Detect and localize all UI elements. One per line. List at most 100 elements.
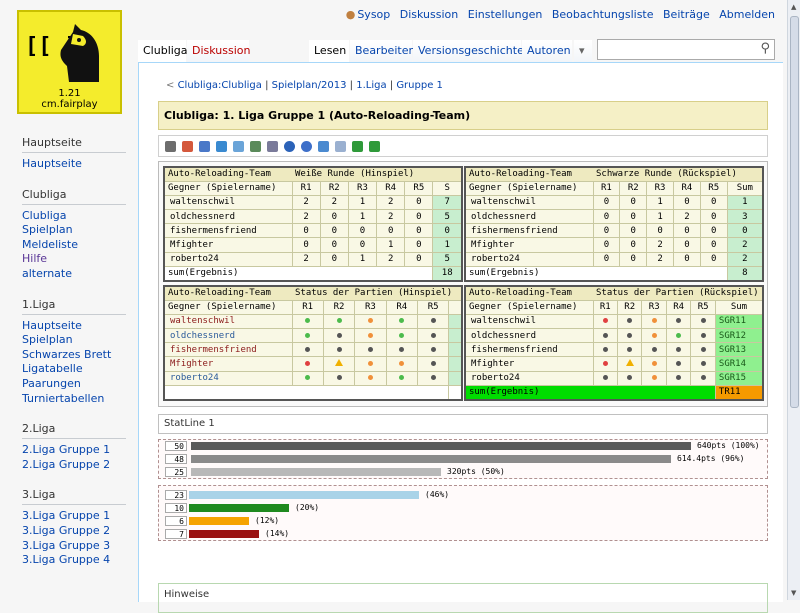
tab-clubliga[interactable]: Clubliga <box>138 40 188 62</box>
player-name[interactable]: Mfighter <box>464 356 594 372</box>
sidebar-item[interactable]: 2.Liga Gruppe 2 <box>22 458 138 473</box>
document-icon[interactable] <box>335 140 346 152</box>
round-score: 1 <box>376 237 406 253</box>
status-cell <box>385 328 418 344</box>
personal-link[interactable]: Einstellungen <box>468 8 543 21</box>
breadcrumb-link[interactable]: 1.Liga <box>356 80 386 91</box>
stat-count: 7 <box>165 529 187 539</box>
tab-diskussion[interactable]: Diskussion <box>187 40 250 62</box>
player-name[interactable]: oldchessnerd <box>163 209 293 225</box>
sidebar-item[interactable]: Turniertabellen <box>22 392 138 407</box>
player-name[interactable]: oldchessnerd <box>464 328 594 344</box>
player-name[interactable]: Mfighter <box>163 237 293 253</box>
scrollbar-thumb[interactable] <box>790 16 799 408</box>
tab-lesen[interactable]: Lesen <box>309 40 349 62</box>
sidebar-item[interactable]: 3.Liga Gruppe 3 <box>22 539 138 554</box>
sidebar-item[interactable]: Spielplan <box>22 333 138 348</box>
status-cell <box>616 370 643 386</box>
sidebar-item[interactable]: Schwarzes Brett <box>22 348 138 363</box>
sidebar-item[interactable]: 3.Liga Gruppe 4 <box>22 553 138 568</box>
scroll-down-icon[interactable]: ▼ <box>791 589 796 597</box>
sidebar-item[interactable]: Paarungen <box>22 377 138 392</box>
sidebar-item[interactable]: Spielplan <box>22 223 138 238</box>
sum-row <box>163 384 463 401</box>
status-dot-icon <box>627 332 633 338</box>
search-input[interactable] <box>599 41 749 59</box>
round-score: 0 <box>592 194 621 211</box>
personal-link[interactable]: Beobachtungsliste <box>552 8 654 21</box>
status-dot-icon <box>305 332 311 338</box>
chart-icon[interactable] <box>216 140 227 152</box>
personal-link[interactable]: Beiträge <box>663 8 710 21</box>
sidebar-item[interactable]: alternate <box>22 267 138 282</box>
sidebar-list: 2.Liga Gruppe 1 2.Liga Gruppe 2 <box>22 443 138 472</box>
wrench-icon[interactable] <box>165 140 176 152</box>
sidebar-item[interactable]: 3.Liga Gruppe 1 <box>22 509 138 524</box>
player-name[interactable]: oldchessnerd <box>464 209 594 225</box>
tab-bearbeiten[interactable]: Bearbeiten <box>350 40 415 62</box>
stat-row: 7 (14%) <box>159 529 767 541</box>
stats-icon[interactable] <box>318 140 329 152</box>
sidebar-item[interactable]: Ligatabelle <box>22 362 138 377</box>
sidebar-item[interactable]: Clubliga <box>22 209 138 224</box>
logo-site: cm.fairplay <box>41 99 98 110</box>
breadcrumb-arrow: < <box>166 80 175 91</box>
user-link[interactable]: Sysop <box>357 8 390 21</box>
player-name[interactable]: roberto24 <box>464 251 594 267</box>
sidebar-item[interactable]: 2.Liga Gruppe 1 <box>22 443 138 458</box>
sidebar-item[interactable]: Hauptseite <box>22 319 138 334</box>
help-icon[interactable] <box>301 140 312 152</box>
status-cell <box>690 370 716 386</box>
site-logo[interactable]: [[ ]] 1.21 cm.fairplay <box>17 10 122 114</box>
sidebar-item[interactable]: Hilfe <box>22 252 138 267</box>
tab-autoren[interactable]: Autoren <box>522 40 572 62</box>
breadcrumb-link[interactable]: Spielplan/2013 <box>272 80 347 91</box>
breadcrumb-link[interactable]: Clubliga:Clubliga <box>178 80 262 91</box>
status-cell <box>592 370 618 386</box>
export-icon[interactable] <box>250 140 261 152</box>
player-name[interactable]: roberto24 <box>464 370 594 386</box>
bar-chart-icon[interactable] <box>199 140 210 152</box>
player-name[interactable]: waltenschwil <box>163 194 293 211</box>
tab-versionsgeschichte[interactable]: Versionsgeschichte <box>413 40 524 62</box>
sidebar-item[interactable]: Hauptseite <box>22 157 138 172</box>
sidebar-item[interactable]: 3.Liga Gruppe 2 <box>22 524 138 539</box>
status-dot-icon <box>430 346 436 352</box>
player-name[interactable]: waltenschwil <box>464 313 594 330</box>
player-name[interactable]: roberto24 <box>163 251 293 267</box>
player-name[interactable]: Mfighter <box>464 237 594 253</box>
personal-link[interactable]: Diskussion <box>400 8 458 21</box>
scrollbar[interactable]: ▲ ▼ <box>787 0 800 600</box>
player-name[interactable]: waltenschwil <box>163 313 293 330</box>
player-name[interactable]: fishermensfriend <box>163 223 293 239</box>
sidebar-item[interactable]: Meldeliste <box>22 238 138 253</box>
round-score: 2 <box>319 194 349 211</box>
status-dot-icon <box>700 375 706 381</box>
calendar-icon[interactable] <box>182 140 193 152</box>
sum-cell: 1 <box>432 237 463 253</box>
player-name[interactable]: Mfighter <box>163 356 293 372</box>
print-icon[interactable] <box>267 140 278 152</box>
breadcrumb-link[interactable]: Gruppe 1 <box>396 80 443 91</box>
player-name[interactable]: fishermensfriend <box>464 342 594 358</box>
status-dot-icon <box>676 346 682 352</box>
check-icon[interactable] <box>369 140 380 152</box>
table-title-row: Auto-Reloading-Team Weiße Runde (Hinspiel… <box>163 166 463 182</box>
more-actions-chevron-icon[interactable]: ▾ <box>574 40 592 62</box>
scroll-up-icon[interactable]: ▲ <box>791 3 796 11</box>
search-icon[interactable]: ⚲ <box>760 41 770 56</box>
status-cell <box>592 328 618 344</box>
info-icon[interactable] <box>284 140 295 152</box>
table-icon[interactable] <box>233 140 244 152</box>
player-name[interactable]: fishermensfriend <box>464 223 594 239</box>
status-cell <box>416 370 450 386</box>
status-sum: SGR11 <box>714 313 764 330</box>
personal-link[interactable]: Abmelden <box>719 8 775 21</box>
arrow-left-icon[interactable] <box>352 140 363 152</box>
player-name[interactable]: fishermensfriend <box>163 342 293 358</box>
table-row: Mfighter 0 0 0 1 0 1 <box>163 237 463 253</box>
player-name[interactable]: oldchessnerd <box>163 328 293 344</box>
status-dot-icon <box>336 318 342 324</box>
player-name[interactable]: waltenschwil <box>464 194 594 211</box>
player-name[interactable]: roberto24 <box>163 370 293 386</box>
